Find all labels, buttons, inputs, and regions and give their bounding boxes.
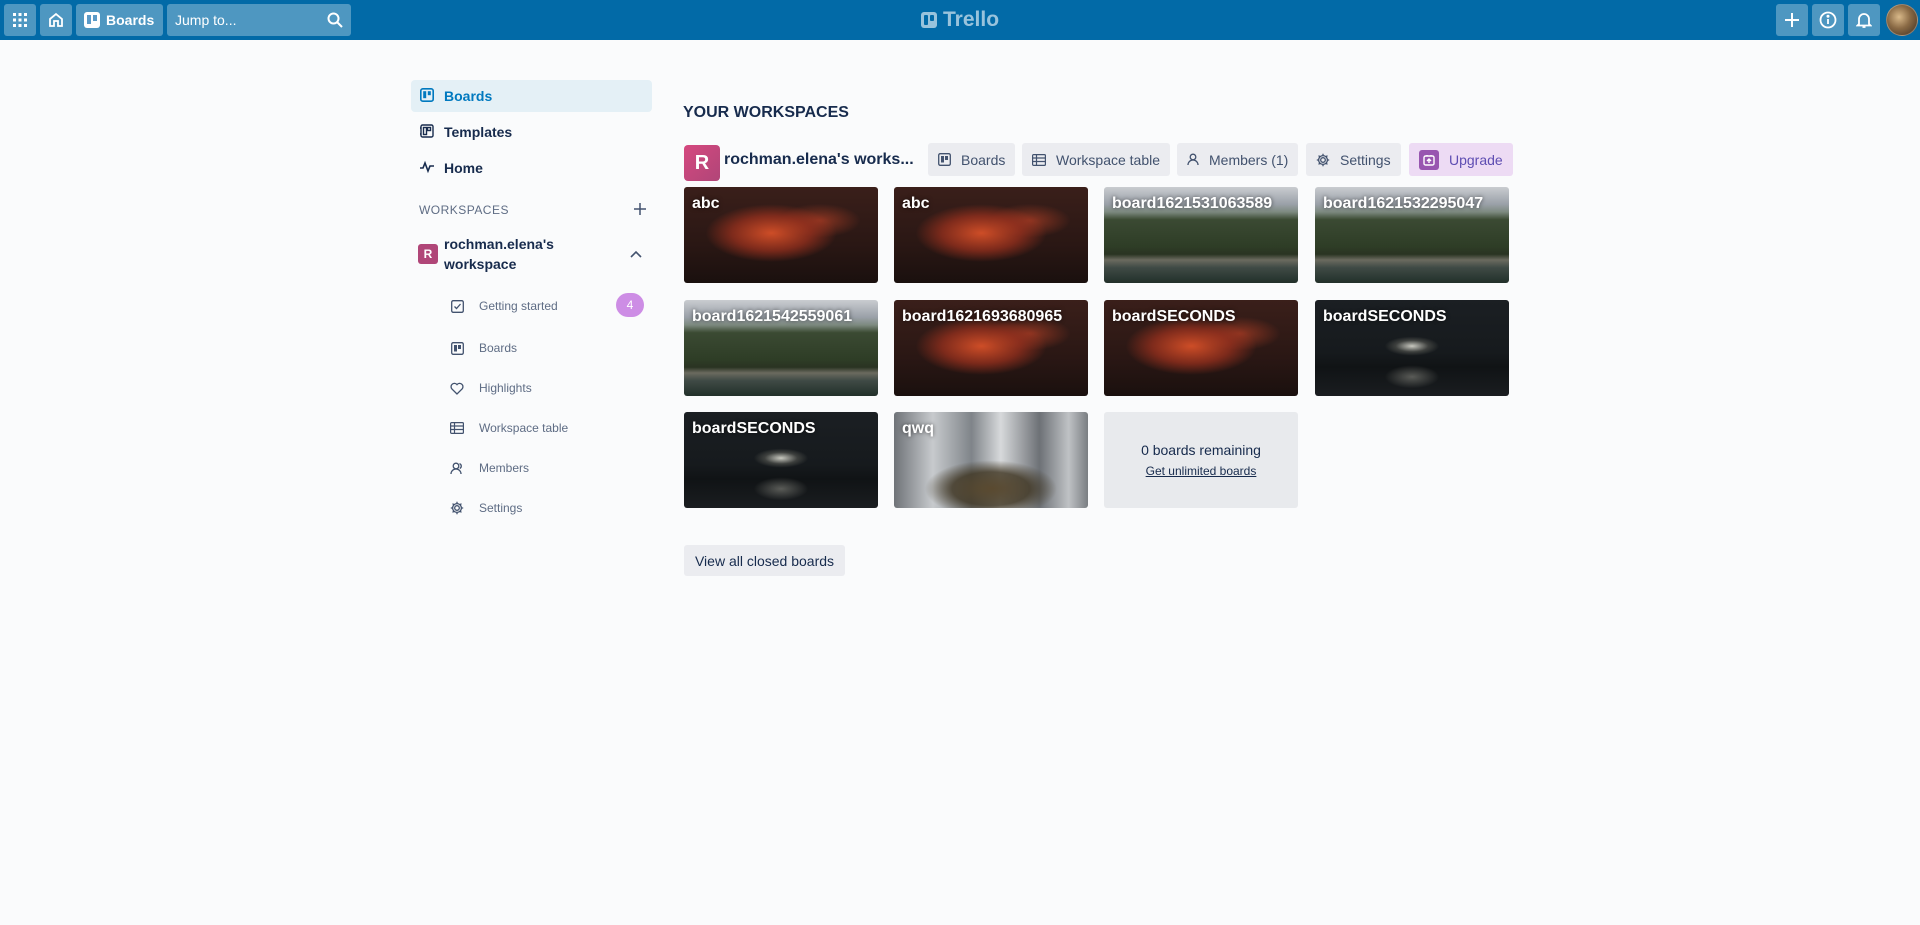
boards-menu-label: Boards [106, 12, 155, 28]
workspace-table-label: Workspace table [1056, 151, 1161, 168]
board-icon [420, 87, 434, 105]
table-icon [449, 420, 465, 436]
person-icon [1187, 153, 1199, 166]
search-placeholder: Jump to... [175, 12, 237, 28]
sidebar-item-label: Getting started [479, 299, 558, 313]
collapse-workspace-button[interactable] [626, 244, 646, 264]
notifications-button[interactable] [1848, 4, 1880, 36]
board-tile[interactable]: board1621542559061 [684, 300, 878, 396]
boards-remaining-tile: 0 boards remaining Get unlimited boards [1104, 412, 1298, 508]
app-switcher-button[interactable] [4, 4, 36, 36]
search-icon[interactable] [319, 12, 351, 28]
workspace-boards-button[interactable]: Boards [928, 143, 1016, 176]
sidebar-item-label: Workspace table [479, 421, 569, 435]
info-icon [1819, 11, 1837, 29]
sidebar-item-members[interactable]: Members [449, 454, 649, 482]
board-tile[interactable]: boardSECONDS [1104, 300, 1298, 396]
board-title: board1621542559061 [692, 308, 853, 325]
sidebar-item-label: Boards [479, 341, 518, 355]
sidebar-item-boards[interactable]: Boards [449, 334, 649, 362]
trello-logo[interactable]: Trello [921, 8, 999, 32]
plus-icon [633, 202, 647, 221]
grid-icon [12, 12, 28, 28]
your-workspaces-heading: YOUR WORKSPACES [683, 104, 849, 121]
board-title: board1621532295047 [1323, 195, 1484, 212]
board-tile[interactable]: qwq [894, 412, 1088, 508]
members-icon [449, 460, 465, 476]
sidebar-item-highlights[interactable]: Highlights [449, 374, 649, 402]
boards-remaining-text: 0 boards remaining [1141, 442, 1261, 458]
sidebar-item-label: Highlights [479, 381, 532, 395]
home-icon [47, 11, 65, 29]
board-title: abc [692, 195, 720, 212]
chevron-up-icon [630, 245, 642, 263]
workspace-logo[interactable]: R [684, 145, 720, 181]
top-header-bar: Boards Jump to... Trello [0, 0, 1920, 40]
trello-logo-text: Trello [943, 8, 1000, 31]
board-tile[interactable]: abc [684, 187, 878, 283]
board-tile[interactable]: board1621532295047 [1315, 187, 1509, 283]
user-avatar[interactable] [1886, 4, 1918, 36]
board-tile[interactable]: abc [894, 187, 1088, 283]
heart-icon [449, 380, 465, 396]
trello-logo-icon [921, 12, 937, 28]
plus-icon [1784, 12, 1800, 28]
add-workspace-button[interactable] [630, 201, 650, 221]
checklist-icon [449, 298, 465, 314]
board-title: board1621531063589 [1112, 195, 1273, 212]
sidebar-item-settings[interactable]: Settings [449, 494, 649, 522]
workspaces-heading: WORKSPACES [419, 203, 509, 217]
board-title: boardSECONDS [1112, 308, 1236, 325]
board-title: boardSECONDS [692, 420, 816, 437]
sidebar-item-label: Members [479, 461, 530, 475]
create-button[interactable] [1776, 4, 1808, 36]
sidebar-item-workspace-table[interactable]: Workspace table [449, 414, 649, 442]
board-title: abc [902, 195, 930, 212]
workspace-members-label: Members (1) [1209, 151, 1289, 168]
view-closed-boards-button[interactable]: View all closed boards [684, 545, 845, 576]
board-icon [449, 340, 465, 356]
home-button[interactable] [40, 4, 72, 36]
board-tile[interactable]: board1621531063589 [1104, 187, 1298, 283]
workspace-settings-button[interactable]: Settings [1306, 143, 1401, 176]
sidebar-item-label: Settings [479, 501, 523, 515]
sidebar-nav-templates[interactable]: Templates [411, 116, 652, 148]
sidebar-nav-label: Templates [444, 124, 513, 140]
workspace-avatar[interactable]: R [418, 244, 438, 264]
board-title: qwq [902, 420, 934, 437]
workspace-members-button[interactable]: Members (1) [1177, 143, 1299, 176]
sidebar-nav-label: Boards [444, 88, 493, 104]
boards-menu-button[interactable]: Boards [76, 4, 163, 36]
upgrade-icon [1419, 149, 1439, 170]
jump-to-search[interactable]: Jump to... [167, 4, 351, 36]
sidebar-workspace-name[interactable]: rochman.elena's workspace [444, 234, 584, 274]
table-icon [1032, 153, 1046, 166]
sidebar-nav-home[interactable]: Home [411, 152, 652, 184]
board-tile[interactable]: boardSECONDS [684, 412, 878, 508]
activity-icon [420, 160, 434, 177]
sidebar-nav-boards[interactable]: Boards [411, 80, 652, 112]
template-icon [420, 123, 434, 141]
sidebar-nav-label: Home [444, 160, 483, 176]
workspace-settings-label: Settings [1340, 151, 1391, 168]
workspace-boards-label: Boards [961, 151, 1006, 168]
board-title: boardSECONDS [1323, 308, 1447, 325]
board-icon [938, 153, 951, 166]
workspace-upgrade-label: Upgrade [1449, 151, 1503, 168]
workspace-upgrade-button[interactable]: Upgrade [1409, 143, 1513, 176]
information-button[interactable] [1812, 4, 1844, 36]
board-tile[interactable]: board1621693680965 [894, 300, 1088, 396]
board-icon [84, 12, 100, 28]
board-tile[interactable]: boardSECONDS [1315, 300, 1509, 396]
gear-icon [1316, 153, 1330, 167]
bell-icon [1856, 11, 1872, 29]
getting-started-count-badge: 4 [616, 293, 644, 317]
gear-icon [449, 500, 465, 516]
board-title: board1621693680965 [902, 308, 1063, 325]
workspace-title[interactable]: rochman.elena's works... [724, 151, 914, 169]
get-unlimited-boards-link[interactable]: Get unlimited boards [1146, 464, 1257, 478]
workspace-table-button[interactable]: Workspace table [1022, 143, 1171, 176]
